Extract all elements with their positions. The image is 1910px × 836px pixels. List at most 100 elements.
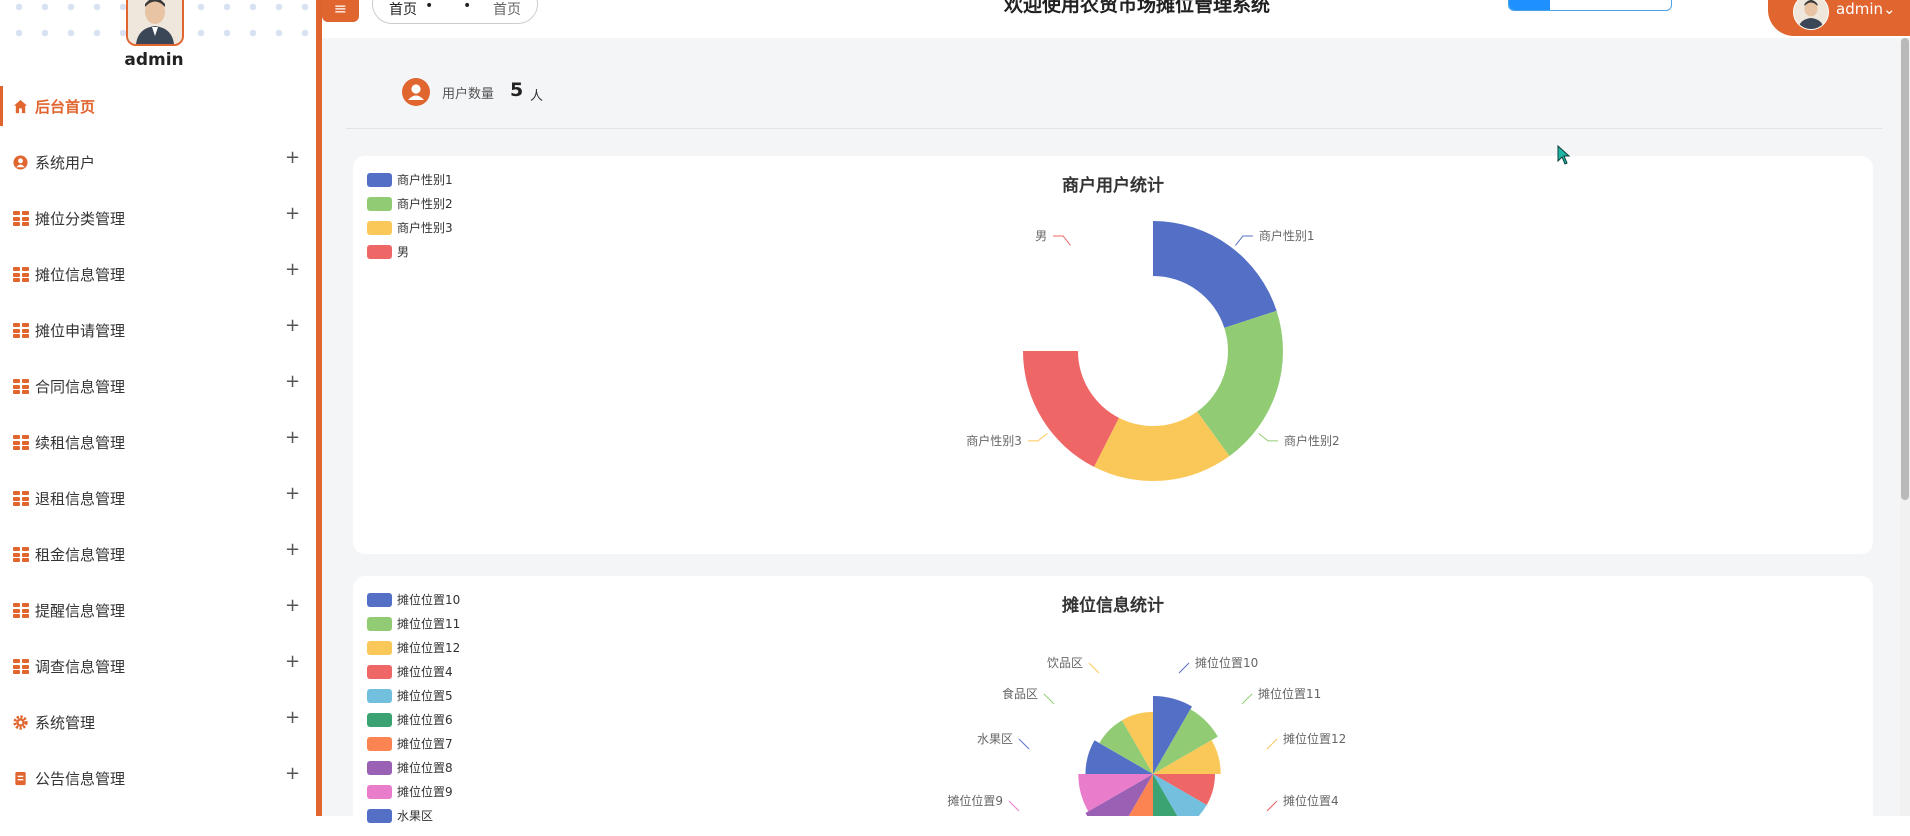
slice-label-leader xyxy=(1178,662,1190,674)
expand-icon: + xyxy=(285,595,301,616)
page-title: 欢迎使用农贸市场摊位管理系统 xyxy=(1004,0,1271,16)
sidebar-item-label: 系统管理 xyxy=(35,714,96,732)
avatar-portrait-icon xyxy=(1794,0,1828,29)
expand-icon: + xyxy=(285,259,301,280)
sidebar-menu: 后台首页 系统用户 + 摊位分类管理 + 摊位信息管理 + 摊位申请管理 + 合… xyxy=(0,78,316,806)
sidebar-item-reminder-info[interactable]: 提醒信息管理 + xyxy=(0,582,316,638)
slice-label: 水果区 xyxy=(977,732,1013,746)
user-menu-name: admin⌄ xyxy=(1836,0,1896,18)
expand-icon: + xyxy=(285,539,301,560)
sidebar-item-rent-info[interactable]: 租金信息管理 + xyxy=(0,526,316,582)
home-icon xyxy=(13,99,28,114)
sidebar-item-label: 合同信息管理 xyxy=(35,378,126,396)
sidebar-item-label: 退租信息管理 xyxy=(35,490,126,508)
breadcrumb-separator: • xyxy=(463,0,472,14)
expand-icon: + xyxy=(285,707,301,728)
expand-icon: + xyxy=(285,203,301,224)
slice-label-leader xyxy=(1241,693,1253,705)
grid-icon xyxy=(13,547,29,562)
merchant-user-donut-chart: 商户性别1 商户性别2 商户性别3 男 xyxy=(966,221,1340,481)
grid-icon xyxy=(13,491,29,506)
grid-icon xyxy=(13,323,29,338)
slice-label: 食品区 xyxy=(1002,686,1038,701)
stall-info-chart-card: 摊位信息统计 摊位位置10 摊位位置11 摊位位置12 摊位位置4 摊位位置5 摊位位置6… xyxy=(353,576,1873,836)
slice-label: 商户性别2 xyxy=(1284,433,1340,448)
mouse-cursor-icon xyxy=(1557,145,1571,165)
header-progress-fill xyxy=(1509,0,1550,10)
expand-icon: + xyxy=(285,763,301,784)
document-icon xyxy=(15,771,26,786)
sidebar-item-contract-info[interactable]: 合同信息管理 + xyxy=(0,358,316,414)
slice-label-leader xyxy=(1027,433,1048,442)
sidebar-item-survey-info[interactable]: 调查信息管理 + xyxy=(0,638,316,694)
user-count-stat xyxy=(346,70,1882,129)
breadcrumb-separator: • xyxy=(425,0,434,14)
sidebar-item-label: 公告信息管理 xyxy=(35,770,126,788)
sidebar-item-stall-application[interactable]: 摊位申请管理 + xyxy=(0,302,316,358)
slice-label: 摊位位置4 xyxy=(1283,793,1339,808)
slice-label-leader xyxy=(1043,693,1055,705)
slice-label: 摊位位置11 xyxy=(1258,686,1321,701)
slice-label-leader xyxy=(1053,235,1071,246)
user-menu-dropdown[interactable]: admin⌄ xyxy=(1768,0,1910,36)
breadcrumb-home-link[interactable]: 首页 xyxy=(389,0,417,19)
user-icon xyxy=(408,84,424,100)
sidebar-item-label: 续租信息管理 xyxy=(35,434,126,452)
user-icon xyxy=(13,155,28,170)
grid-icon xyxy=(13,603,29,618)
sidebar-item-stall-category[interactable]: 摊位分类管理 + xyxy=(0,190,316,246)
expand-icon: + xyxy=(285,371,301,392)
slice-label-leader xyxy=(1258,433,1279,442)
user-count-unit: 人 xyxy=(530,89,544,104)
slice-label-leader xyxy=(1088,662,1100,674)
grid-icon xyxy=(13,211,29,226)
slice-label-leader xyxy=(1266,800,1278,812)
sidebar-item-label: 摊位分类管理 xyxy=(35,210,126,228)
avatar-portrait-icon xyxy=(128,0,182,44)
grid-icon xyxy=(13,379,29,394)
sidebar-item-label: 摊位信息管理 xyxy=(35,266,126,284)
scrollbar-thumb[interactable] xyxy=(1901,38,1909,500)
sidebar-item-label: 提醒信息管理 xyxy=(35,602,126,620)
menu-toggle-button[interactable]: ≡ xyxy=(322,0,359,22)
gear-icon xyxy=(13,715,28,730)
sidebar-item-stall-info[interactable]: 摊位信息管理 + xyxy=(0,246,316,302)
slice-label: 商户性别3 xyxy=(966,433,1022,448)
grid-icon xyxy=(13,659,29,674)
slice-label: 商户性别1 xyxy=(1259,228,1315,243)
slice-label-leader xyxy=(1008,800,1020,812)
expand-icon: + xyxy=(285,483,301,504)
user-count-value: 5 xyxy=(510,79,524,101)
user-count-label: 用户数量 xyxy=(442,87,495,102)
slice-label: 饮品区 xyxy=(1047,656,1083,670)
slice-label: 摊位位置9 xyxy=(947,793,1003,808)
sidebar-item-system-users[interactable]: 系统用户 + xyxy=(0,134,316,190)
main-content: 用户数量 5 人 商户用户统计 商户性别1 商户性别2 商户性别3 男 商户性别1 商户… xyxy=(322,38,1910,836)
sidebar-avatar xyxy=(126,0,184,46)
expand-icon: + xyxy=(285,651,301,672)
slice-label-leader xyxy=(1018,738,1030,750)
chevron-down-icon: ⌄ xyxy=(1883,0,1896,18)
expand-icon: + xyxy=(285,315,301,336)
slice-label-leader xyxy=(1266,738,1278,750)
grid-icon xyxy=(13,435,29,450)
sidebar-item-label: 后台首页 xyxy=(35,98,96,116)
breadcrumb-current: 首页 xyxy=(493,2,521,18)
sidebar-item-label: 调查信息管理 xyxy=(35,658,126,676)
grid-icon xyxy=(13,267,29,282)
sidebar-item-renewal-info[interactable]: 续租信息管理 + xyxy=(0,414,316,470)
slice-label: 摊位位置12 xyxy=(1283,731,1346,746)
sidebar-item-label: 摊位申请管理 xyxy=(35,322,126,340)
sidebar-item-announcement-info[interactable]: 公告信息管理 + xyxy=(0,750,316,806)
user-count-icon xyxy=(402,78,430,106)
sidebar-item-home[interactable]: 后台首页 xyxy=(0,78,316,134)
sidebar-item-termination-info[interactable]: 退租信息管理 + xyxy=(0,470,316,526)
sidebar-username: admin xyxy=(124,50,184,70)
breadcrumb: 首页 • • 首页 xyxy=(372,0,538,24)
sidebar-item-system-management[interactable]: 系统管理 + xyxy=(0,694,316,750)
expand-icon: + xyxy=(285,427,301,448)
header-progress-bar xyxy=(1508,0,1672,11)
avatar xyxy=(1793,0,1829,30)
sidebar-item-label: 系统用户 xyxy=(35,154,96,172)
slice-label: 男 xyxy=(1035,229,1047,243)
